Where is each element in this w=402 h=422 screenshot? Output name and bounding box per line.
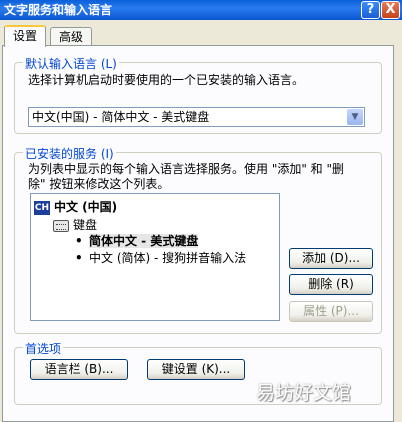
window-title: 文字服务和输入语言 [4, 3, 113, 17]
add-button[interactable]: 添加 (D)... [289, 248, 373, 269]
default-language-description: 选择计算机启动时要使用的一个已安装的输入语言。 [28, 73, 305, 87]
chevron-down-icon[interactable]: ▼ [347, 109, 363, 125]
close-button[interactable]: X [381, 1, 400, 19]
tree-service-label: 简体中文 - 美式键盘 [89, 234, 199, 248]
tree-keyboard-label: 键盘 [73, 218, 98, 232]
remove-button[interactable]: 删除 (R) [289, 274, 373, 295]
properties-button[interactable]: 属性 (P)... [289, 301, 373, 322]
tree-service-item[interactable]: • 中文 (简体) - 搜狗拼音输入法 [75, 249, 246, 266]
language-bar-button[interactable]: 语言栏 (B)... [30, 359, 128, 380]
preferences-group-title: 首选项 [23, 340, 64, 357]
title-bar: 文字服务和输入语言 [0, 0, 402, 20]
language-badge-icon: CH [34, 200, 50, 215]
services-tree[interactable]: CH 中文 (中国) 键盘 • 简体中文 - 美式键盘 • 中文 (简体) - 搜狗拼… [30, 193, 280, 321]
default-language-select[interactable]: 中文(中国) - 简体中文 - 美式键盘 ▼ [28, 107, 365, 127]
tree-language-label: 中文 (中国) [54, 200, 118, 214]
tree-language-node[interactable]: CH 中文 (中国) [34, 198, 117, 215]
key-settings-button[interactable]: 键设置 (K)... [147, 359, 245, 380]
keyboard-icon [53, 219, 69, 232]
tab-settings[interactable]: 设置 [4, 25, 47, 47]
tree-keyboard-node[interactable]: 键盘 [53, 216, 97, 233]
installed-services-description-line2: 除" 按钮来修改这个列表。 [28, 177, 170, 191]
tree-service-label: 中文 (简体) - 搜狗拼音输入法 [89, 251, 247, 265]
tree-service-item[interactable]: • 简体中文 - 美式键盘 [75, 232, 199, 249]
bullet-icon: • [75, 251, 83, 265]
tab-advanced[interactable]: 高级 [50, 27, 93, 47]
default-language-selected-value: 中文(中国) - 简体中文 - 美式键盘 [32, 110, 210, 124]
watermark-text: 易坊好文馆 [256, 382, 352, 404]
bullet-icon: • [75, 234, 83, 248]
help-button[interactable]: ? [361, 1, 380, 19]
default-language-group-title: 默认输入语言 (L) [23, 55, 119, 72]
